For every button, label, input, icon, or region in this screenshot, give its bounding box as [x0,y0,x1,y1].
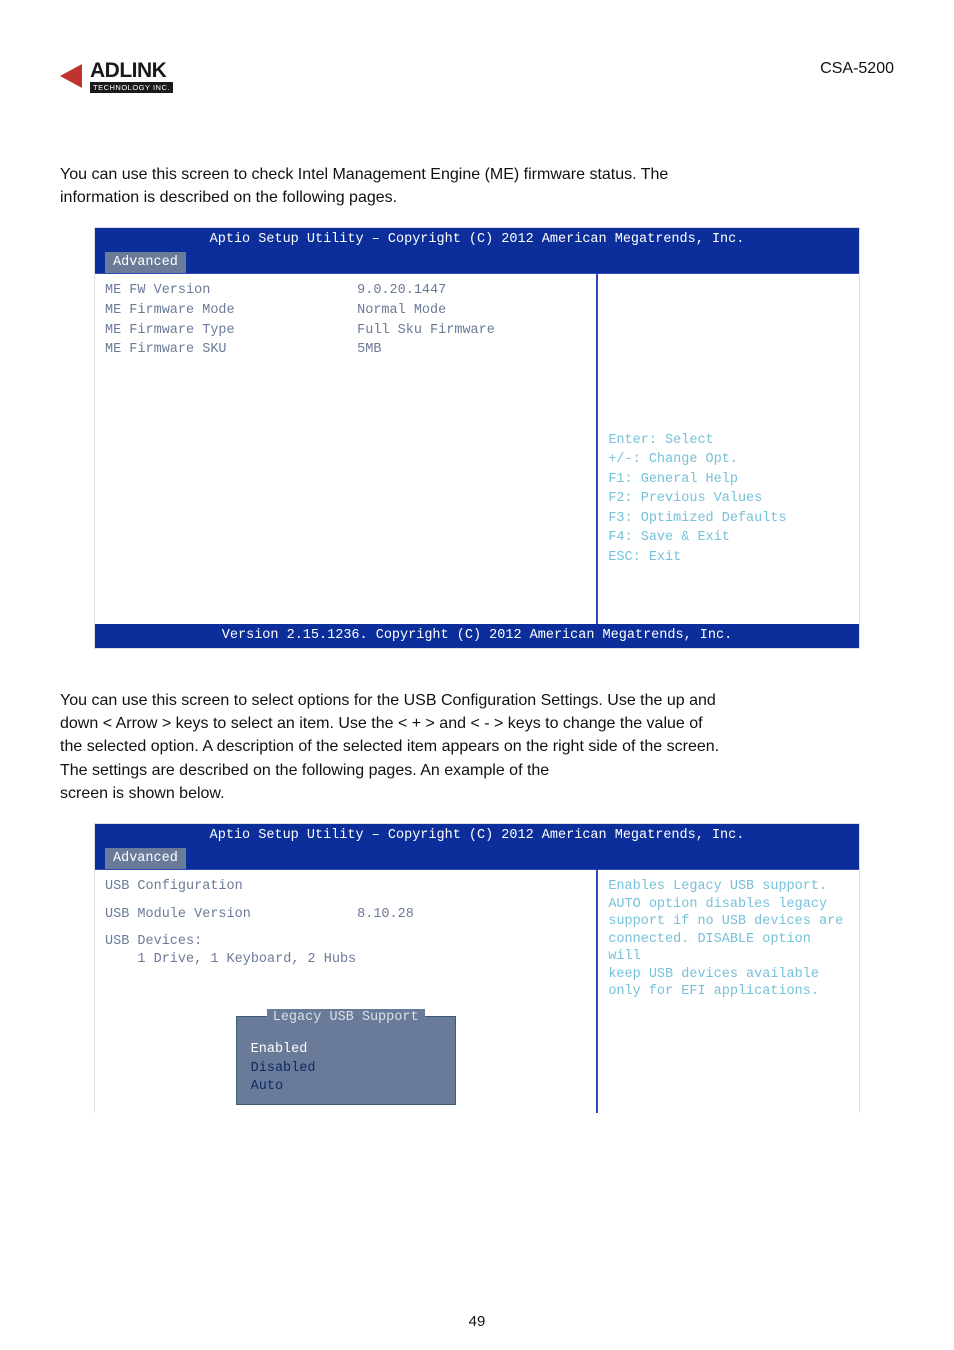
bios-title-2: Aptio Setup Utility – Copyright (C) 2012… [95,824,859,848]
legacy-usb-support-value[interactable]: [Enabled] [357,978,586,996]
dialog-option-disabled[interactable]: Disabled [251,1060,441,1078]
brand-name: ADLINK [90,60,173,81]
intro-paragraph-1: You can use this screen to check Intel M… [60,163,894,209]
help-desc-line1: Enables Legacy USB support. [608,878,849,896]
intro2-line3: the selected option. A description of th… [60,738,719,755]
usb-devices-label: USB Devices: [105,933,586,951]
me-firmware-sku-label: ME Firmware SKU [105,341,357,359]
help-optimized-defaults: F3: Optimized Defaults [608,510,849,528]
bios-tab-bar-2: Advanced [95,848,859,870]
help-desc-line4: connected. DISABLE option will [608,931,849,966]
bios-footer: Version 2.15.1236. Copyright (C) 2012 Am… [95,624,859,648]
brand-logo: ADLINK TECHNOLOGY INC. [60,60,173,93]
help-desc-line6: only for EFI applications. [608,983,849,1001]
help-select-item: ↑↓: Select Item [608,412,849,430]
bios-tab-advanced[interactable]: Advanced [105,252,186,274]
help-select-screen-2: →←: Select Screen [608,1068,849,1086]
help-desc-line5: keep USB devices available [608,966,849,984]
help-general-help: F1: General Help [608,471,849,489]
me-firmware-mode-label: ME Firmware Mode [105,302,357,320]
help-previous-values: F2: Previous Values [608,490,849,508]
intro2-line5: screen is shown below. [60,785,225,802]
help-enter-select: Enter: Select [608,432,849,450]
bios-title: Aptio Setup Utility – Copyright (C) 2012… [95,228,859,252]
dialog-option-auto[interactable]: Auto [251,1078,441,1096]
help-save-exit: F4: Save & Exit [608,529,849,547]
help-esc-exit: ESC: Exit [608,549,849,567]
intro2-line2: down < Arrow > keys to select an item. U… [60,715,703,732]
bios-tab-advanced-2[interactable]: Advanced [105,848,186,870]
legacy-usb-support-dialog: Legacy USB Support Enabled Disabled Auto [236,1016,456,1105]
bios-screenshot-2: Aptio Setup Utility – Copyright (C) 2012… [94,823,860,1113]
intro2-line4: The settings are described on the follow… [60,762,549,779]
me-firmware-mode-value: Normal Mode [357,302,586,320]
usb-module-version-value: 8.10.28 [357,906,586,924]
me-fw-version-value: 9.0.20.1447 [357,282,586,300]
bios-tab-bar: Advanced [95,252,859,274]
bios-help-top [608,282,849,338]
intro2-line1: You can use this screen to select option… [60,692,716,709]
help-change-opt: +/-: Change Opt. [608,451,849,469]
bios-help-keys: →←: Select Screen ↑↓: Select Item Enter:… [608,393,849,617]
me-firmware-type-value: Full Sku Firmware [357,322,586,340]
legacy-usb-support-label[interactable]: Legacy USB Support [105,978,357,996]
dialog-option-enabled[interactable]: Enabled [251,1041,441,1059]
bios-help-description: Enables Legacy USB support. AUTO option … [608,878,849,1001]
brand-tagline: TECHNOLOGY INC. [90,82,173,93]
bios-screenshot-1: Aptio Setup Utility – Copyright (C) 2012… [94,227,860,649]
usb-configuration-label: USB Configuration [105,878,357,896]
intro1-line1: You can use this screen to check Intel M… [60,166,668,183]
product-code: CSA-5200 [820,60,894,78]
usb-devices-list: 1 Drive, 1 Keyboard, 2 Hubs [105,951,586,969]
help-desc-line3: support if no USB devices are [608,913,849,931]
intro-paragraph-2: You can use this screen to select option… [60,689,894,805]
usb-module-version-label: USB Module Version [105,906,357,924]
help-select-item-2: ↑↓: Select Item [608,1087,849,1105]
me-fw-version-label: ME FW Version [105,282,357,300]
logo-arrow-icon [60,64,82,88]
dialog-title: Legacy USB Support [267,1009,425,1027]
bios-help-keys-2: →←: Select Screen ↑↓: Select Item [608,1068,849,1105]
help-select-screen: →←: Select Screen [608,393,849,411]
me-firmware-type-label: ME Firmware Type [105,322,357,340]
intro1-line2: information is described on the followin… [60,189,397,206]
page-number: 49 [0,1313,954,1330]
me-firmware-sku-value: 5MB [357,341,586,359]
help-desc-line2: AUTO option disables legacy [608,896,849,914]
